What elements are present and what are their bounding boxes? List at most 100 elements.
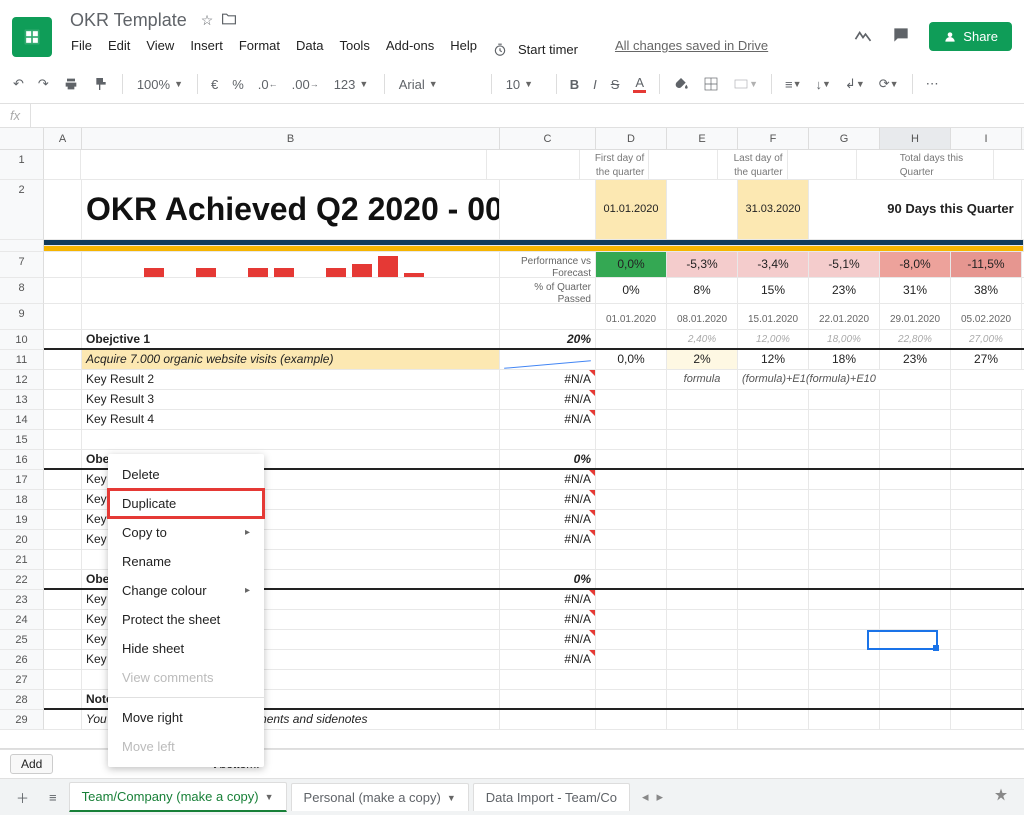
cell[interactable]: [880, 410, 951, 429]
cell[interactable]: [82, 252, 500, 277]
sheet-tab[interactable]: Data Import - Team/Co: [473, 783, 630, 811]
cell[interactable]: [487, 150, 580, 179]
cell[interactable]: [951, 490, 1022, 509]
cell[interactable]: [596, 710, 667, 729]
v-align-button[interactable]: ↓▼: [811, 73, 836, 96]
col-header-A[interactable]: A: [44, 128, 82, 149]
cell[interactable]: [880, 530, 951, 549]
menu-edit[interactable]: Edit: [101, 34, 137, 65]
cell[interactable]: [667, 650, 738, 669]
cell[interactable]: [44, 350, 82, 369]
cell[interactable]: [596, 430, 667, 449]
cell[interactable]: [596, 450, 667, 468]
strike-button[interactable]: S: [606, 73, 625, 96]
row-header[interactable]: 18: [0, 490, 44, 510]
cell[interactable]: Performance vs Forecast: [500, 252, 596, 277]
sheet-tab[interactable]: Personal (make a copy)▼: [291, 783, 469, 811]
cell[interactable]: 22,80%: [880, 330, 951, 348]
cell[interactable]: [44, 330, 82, 348]
cell[interactable]: [951, 690, 1022, 708]
row-header[interactable]: 25: [0, 630, 44, 650]
cell[interactable]: Key Result 3: [82, 390, 500, 409]
print-button[interactable]: [58, 72, 84, 96]
cell[interactable]: [738, 390, 809, 409]
cell[interactable]: [500, 550, 596, 569]
cell[interactable]: [951, 570, 1022, 588]
menu-data[interactable]: Data: [289, 34, 330, 65]
doc-title[interactable]: OKR Template: [64, 8, 193, 33]
cell[interactable]: [596, 690, 667, 708]
cell[interactable]: [880, 630, 951, 649]
merge-button[interactable]: ▼: [728, 72, 763, 96]
percent-button[interactable]: %: [227, 73, 249, 96]
ctx-hide[interactable]: Hide sheet: [108, 634, 264, 663]
cell[interactable]: [809, 490, 880, 509]
menu-tools[interactable]: Tools: [332, 34, 376, 65]
cell[interactable]: [880, 550, 951, 569]
cell[interactable]: [44, 690, 82, 708]
ctx-duplicate[interactable]: Duplicate: [108, 489, 264, 518]
tab-prev-icon[interactable]: ◂: [642, 789, 649, 805]
cell[interactable]: Total days this Quarter: [896, 150, 994, 179]
wrap-button[interactable]: ↲▼: [840, 72, 870, 96]
cell[interactable]: [809, 690, 880, 708]
cell[interactable]: [667, 590, 738, 609]
star-icon[interactable]: ☆: [201, 12, 214, 29]
row-header[interactable]: 17: [0, 470, 44, 490]
cell[interactable]: [596, 570, 667, 588]
cell[interactable]: [44, 390, 82, 409]
cell[interactable]: [951, 510, 1022, 529]
formula-input[interactable]: [31, 104, 1024, 127]
cell[interactable]: [809, 530, 880, 549]
redo-button[interactable]: ↷: [33, 72, 54, 96]
row-header[interactable]: 21: [0, 550, 44, 570]
col-header-I[interactable]: I: [951, 128, 1022, 149]
all-sheets-button[interactable]: ≡: [41, 784, 65, 811]
cell[interactable]: -8,0%: [880, 252, 951, 277]
cell[interactable]: [951, 530, 1022, 549]
row-header[interactable]: 2: [0, 180, 44, 240]
cell[interactable]: 27,00%: [951, 330, 1022, 348]
cell[interactable]: [667, 550, 738, 569]
cell[interactable]: [951, 450, 1022, 468]
cell[interactable]: [667, 490, 738, 509]
cell[interactable]: [667, 570, 738, 588]
italic-button[interactable]: I: [588, 73, 602, 96]
cell[interactable]: 12%: [738, 350, 809, 369]
more-button[interactable]: ⋯: [921, 72, 944, 96]
row-header[interactable]: 9: [0, 304, 44, 330]
dec-decrease-button[interactable]: .0←: [253, 73, 283, 96]
cell[interactable]: #N/A: [500, 390, 596, 409]
cell[interactable]: [44, 450, 82, 468]
cell[interactable]: [788, 150, 857, 179]
cell[interactable]: [809, 430, 880, 449]
row-header[interactable]: 1: [0, 150, 44, 180]
cell[interactable]: [880, 430, 951, 449]
sheets-app-icon[interactable]: [12, 17, 52, 57]
cell[interactable]: [809, 450, 880, 468]
row-header[interactable]: 7: [0, 252, 44, 278]
cell[interactable]: Last day of the quarter: [718, 150, 787, 179]
cell[interactable]: [809, 510, 880, 529]
cell[interactable]: [500, 710, 596, 729]
cell[interactable]: [44, 530, 82, 549]
cell[interactable]: 23%: [809, 278, 880, 303]
cell[interactable]: [596, 610, 667, 629]
row-header[interactable]: 23: [0, 590, 44, 610]
row-header[interactable]: 27: [0, 670, 44, 690]
cell[interactable]: [44, 570, 82, 588]
row-header[interactable]: 26: [0, 650, 44, 670]
cell[interactable]: [667, 610, 738, 629]
cell[interactable]: [951, 670, 1022, 689]
cell[interactable]: #N/A: [500, 370, 596, 389]
cell[interactable]: 05.02.2020: [951, 304, 1022, 329]
cell[interactable]: [738, 630, 809, 649]
cell[interactable]: 08.01.2020: [667, 304, 738, 329]
cell[interactable]: 90 Days this Quarter: [880, 180, 1022, 239]
cell[interactable]: #N/A: [500, 510, 596, 529]
cell[interactable]: 15.01.2020: [738, 304, 809, 329]
cell[interactable]: [596, 410, 667, 429]
cell[interactable]: 0%: [596, 278, 667, 303]
menu-view[interactable]: View: [139, 34, 181, 65]
cell[interactable]: [809, 180, 880, 239]
